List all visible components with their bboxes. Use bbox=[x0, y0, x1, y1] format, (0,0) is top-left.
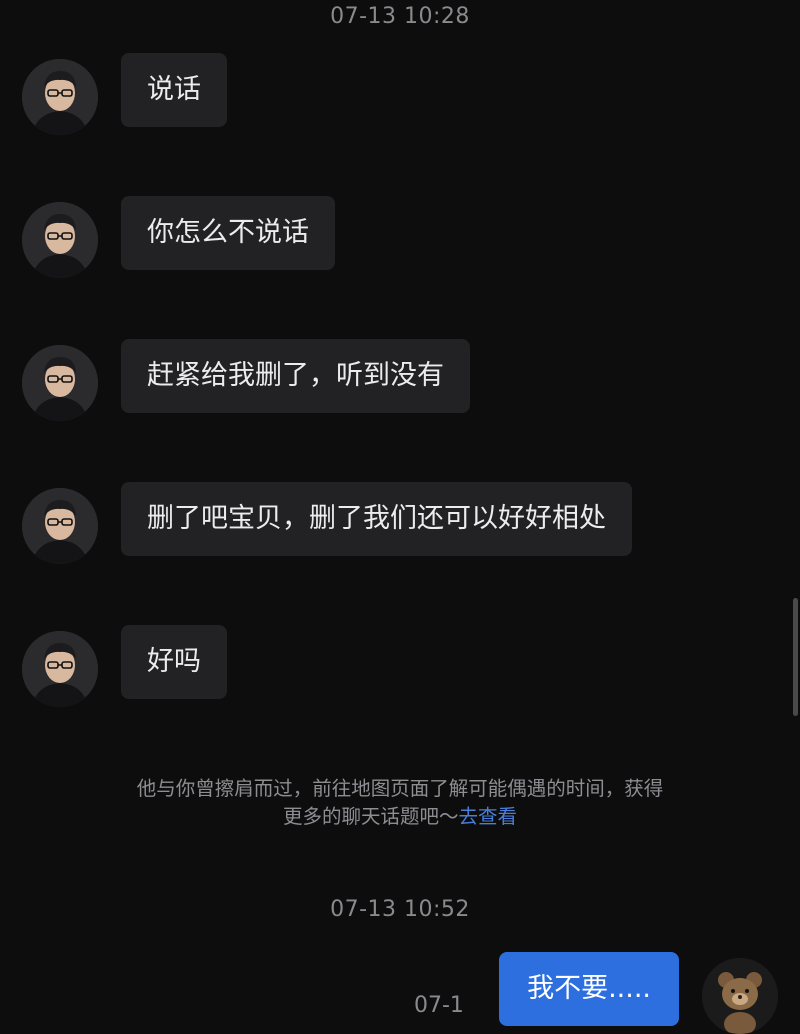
self-message-row: 我不要..... bbox=[499, 950, 778, 1034]
timestamp: 07-13 10:28 bbox=[330, 4, 470, 29]
self-message-bubble[interactable]: 我不要..... bbox=[499, 952, 679, 1026]
system-hint: 他与你曾擦肩而过，前往地图页面了解可能偶遇的时间，获得 更多的聊天话题吧～去查看 bbox=[80, 775, 720, 831]
view-map-link[interactable]: 去查看 bbox=[459, 805, 518, 828]
contact-avatar-icon[interactable] bbox=[22, 631, 98, 707]
contact-avatar-icon[interactable] bbox=[22, 202, 98, 278]
message-row: 删了吧宝贝，删了我们还可以好好相处 bbox=[22, 482, 632, 564]
message-bubble[interactable]: 说话 bbox=[121, 53, 227, 127]
message-row: 说话 bbox=[22, 53, 227, 135]
message-bubble[interactable]: 好吗 bbox=[121, 625, 227, 699]
hint-line: 他与你曾擦肩而过，前往地图页面了解可能偶遇的时间，获得 bbox=[136, 777, 664, 800]
message-row: 好吗 bbox=[22, 625, 227, 707]
contact-avatar-icon[interactable] bbox=[22, 59, 98, 135]
contact-avatar-icon[interactable] bbox=[22, 488, 98, 564]
timestamp-partial: 07-1 bbox=[414, 993, 464, 1018]
contact-avatar-icon[interactable] bbox=[22, 345, 98, 421]
message-bubble[interactable]: 删了吧宝贝，删了我们还可以好好相处 bbox=[121, 482, 632, 556]
message-row: 你怎么不说话 bbox=[22, 196, 335, 278]
scrollbar[interactable] bbox=[793, 598, 798, 716]
message-bubble[interactable]: 赶紧给我删了，听到没有 bbox=[121, 339, 470, 413]
timestamp: 07-13 10:52 bbox=[330, 897, 470, 922]
message-bubble[interactable]: 你怎么不说话 bbox=[121, 196, 335, 270]
hint-line-prefix: 更多的聊天话题吧～ bbox=[282, 805, 459, 828]
message-row: 赶紧给我删了，听到没有 bbox=[22, 339, 470, 421]
hint-line: 更多的聊天话题吧～去查看 bbox=[80, 803, 720, 831]
chat-window: 07-13 10:28 说话 你怎么不说话 赶紧给我删了，听到没有 删了吧宝贝，… bbox=[0, 0, 800, 1034]
